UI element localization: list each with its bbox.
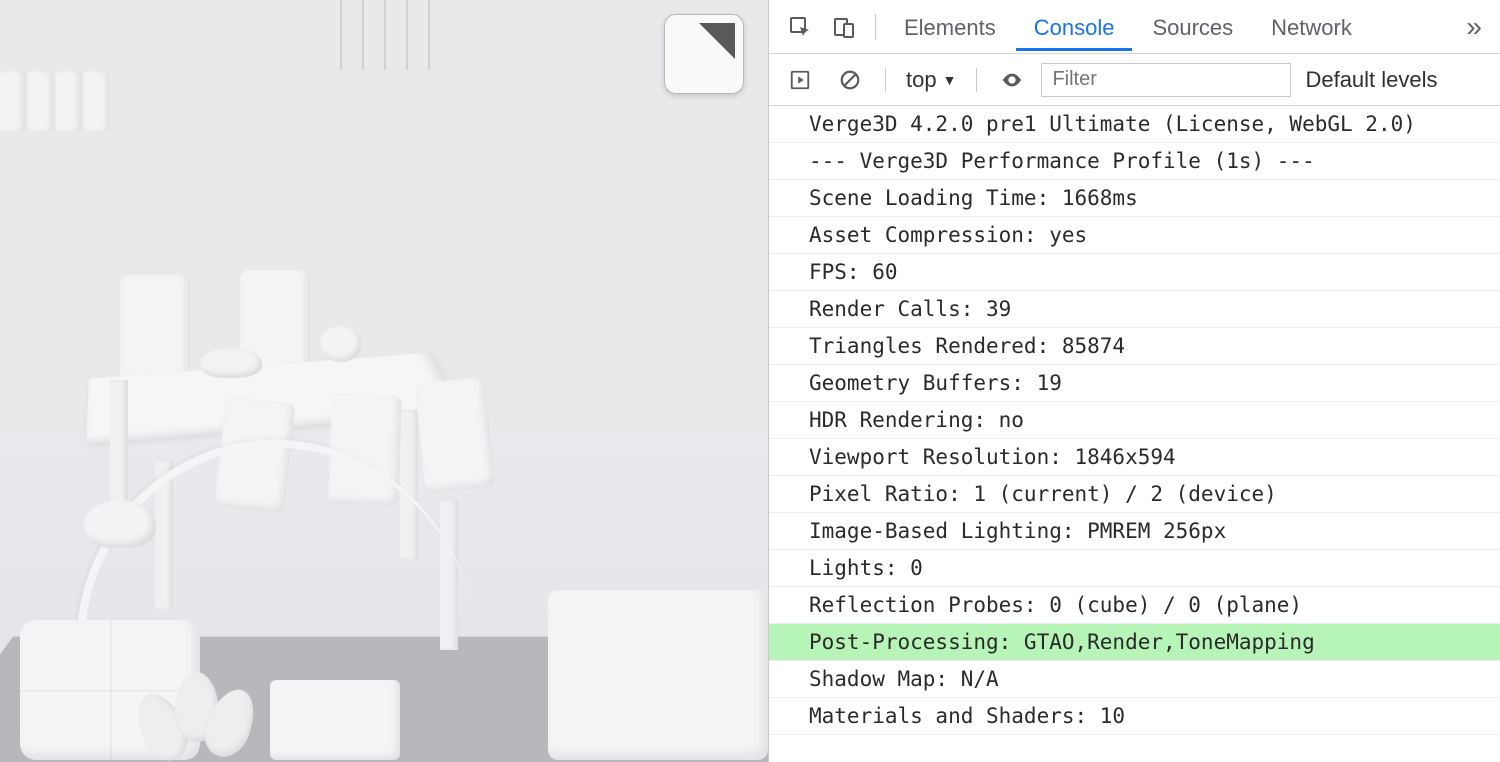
context-selector[interactable]: top ▼: [900, 67, 962, 93]
filter-input[interactable]: [1041, 63, 1291, 97]
table-leg: [440, 500, 458, 650]
tabs-overflow-button[interactable]: »: [1458, 11, 1490, 43]
console-log-row[interactable]: FPS: 60: [769, 254, 1500, 291]
console-log-row[interactable]: Asset Compression: yes: [769, 217, 1500, 254]
table-leg: [110, 380, 128, 530]
context-label: top: [906, 67, 937, 93]
plant: [140, 672, 260, 762]
chevron-down-icon: ▼: [943, 72, 957, 88]
sofa: [548, 590, 768, 760]
viewport-corner-widget[interactable]: [664, 14, 744, 94]
table-leg: [400, 410, 418, 560]
separator: [976, 68, 977, 92]
device-icon[interactable]: [829, 12, 859, 42]
console-log-row[interactable]: Reflection Probes: 0 (cube) / 0 (plane): [769, 587, 1500, 624]
console-log-row[interactable]: HDR Rendering: no: [769, 402, 1500, 439]
console-log-row[interactable]: Pixel Ratio: 1 (current) / 2 (device): [769, 476, 1500, 513]
devtools-tabbar: Elements Console Sources Network »: [769, 0, 1500, 54]
play-icon[interactable]: [785, 65, 815, 95]
console-log-row[interactable]: Viewport Resolution: 1846x594: [769, 439, 1500, 476]
console-log-row[interactable]: Lights: 0: [769, 550, 1500, 587]
devtools-panel: Elements Console Sources Network » top ▼: [768, 0, 1500, 762]
console-log-list[interactable]: Verge3D 4.2.0 pre1 Ultimate (License, We…: [769, 106, 1500, 762]
clear-icon[interactable]: [835, 65, 865, 95]
console-log-row[interactable]: Post-Processing: GTAO,Render,ToneMapping: [769, 624, 1500, 661]
teapot: [320, 326, 362, 362]
console-log-row[interactable]: Materials and Shaders: 10: [769, 698, 1500, 735]
log-level-selector[interactable]: Default levels: [1305, 67, 1437, 93]
eye-icon[interactable]: [997, 65, 1027, 95]
console-log-row[interactable]: --- Verge3D Performance Profile (1s) ---: [769, 143, 1500, 180]
ottoman: [270, 680, 400, 760]
webgl-viewport[interactable]: [0, 0, 768, 762]
chair: [414, 377, 495, 494]
tab-sources[interactable]: Sources: [1134, 3, 1251, 51]
separator: [875, 14, 876, 40]
table-leg: [155, 460, 173, 610]
chair: [120, 275, 190, 385]
chair: [214, 397, 295, 514]
inspect-icon[interactable]: [785, 12, 815, 42]
console-log-row[interactable]: Verge3D 4.2.0 pre1 Ultimate (License, We…: [769, 106, 1500, 143]
console-toolbar: top ▼ Default levels: [769, 54, 1500, 106]
tab-console[interactable]: Console: [1016, 3, 1133, 51]
chair: [328, 394, 402, 506]
console-log-row[interactable]: Render Calls: 39: [769, 291, 1500, 328]
console-log-row[interactable]: Scene Loading Time: 1668ms: [769, 180, 1500, 217]
console-log-row[interactable]: Image-Based Lighting: PMREM 256px: [769, 513, 1500, 550]
separator: [885, 68, 886, 92]
tab-elements[interactable]: Elements: [886, 3, 1014, 51]
console-log-row[interactable]: Triangles Rendered: 85874: [769, 328, 1500, 365]
console-log-row[interactable]: Shadow Map: N/A: [769, 661, 1500, 698]
console-log-row[interactable]: Geometry Buffers: 19: [769, 365, 1500, 402]
tab-network[interactable]: Network: [1253, 3, 1370, 51]
fruit-bowl: [200, 348, 262, 378]
